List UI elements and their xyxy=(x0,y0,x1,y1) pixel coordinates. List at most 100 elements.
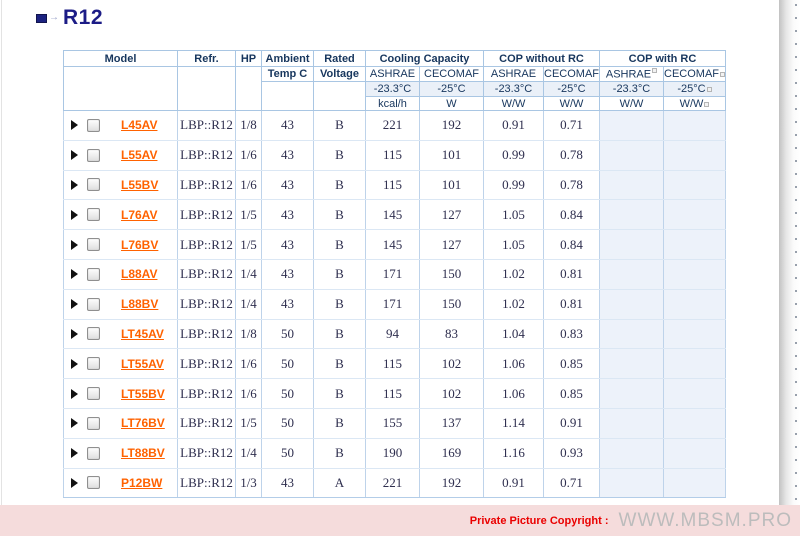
voltage-cell: B xyxy=(314,170,366,200)
model-link[interactable]: L45AV xyxy=(121,118,157,132)
model-link[interactable]: LT55AV xyxy=(121,357,164,371)
temp-cc-ashrae: -23.3°C xyxy=(366,82,420,97)
model-link[interactable]: L76AV xyxy=(121,208,157,222)
cop-ashrae-cell: 0.91 xyxy=(484,111,544,141)
model-link[interactable]: L55BV xyxy=(121,178,158,192)
cc-ashrae-cell: 155 xyxy=(366,408,420,438)
row-checkbox[interactable] xyxy=(87,178,100,191)
cop-ashrae-cell: 1.05 xyxy=(484,230,544,260)
row-expander-icon[interactable] xyxy=(71,240,78,250)
cop-rc-ashrae-cell xyxy=(600,379,664,409)
row-checkbox[interactable] xyxy=(87,208,100,221)
model-cell: L55BV xyxy=(64,170,178,200)
row-expander-icon[interactable] xyxy=(71,180,78,190)
row-expander-icon[interactable] xyxy=(71,210,78,220)
voltage-cell: B xyxy=(314,289,366,319)
model-cell: L88AV xyxy=(64,259,178,289)
model-link[interactable]: LT76BV xyxy=(121,416,165,430)
model-link[interactable]: P12BW xyxy=(121,476,162,490)
bullet-square-icon xyxy=(36,14,47,23)
table-row: L76BV LBP::R12 1/5 43 B 145 127 1.05 0.8… xyxy=(64,230,726,260)
cop-rc-cecomaf-cell xyxy=(664,170,726,200)
ambient-cell: 50 xyxy=(262,319,314,349)
model-cell: P12BW xyxy=(64,468,178,498)
row-expander-icon[interactable] xyxy=(71,448,78,458)
ambient-cell: 50 xyxy=(262,438,314,468)
col-header-refr: Refr. xyxy=(178,51,236,67)
model-link[interactable]: L88BV xyxy=(121,297,158,311)
refr-cell: LBP::R12 xyxy=(178,468,236,498)
cop-ashrae-cell: 0.91 xyxy=(484,468,544,498)
group-header-cop-with-rc: COP with RC xyxy=(600,51,726,67)
ambient-cell: 43 xyxy=(262,468,314,498)
voltage-cell: A xyxy=(314,468,366,498)
row-checkbox[interactable] xyxy=(87,387,100,400)
model-link[interactable]: L55AV xyxy=(121,148,157,162)
subheader-copno-cecomaf: CECOMAF xyxy=(544,67,600,82)
ambient-cell: 43 xyxy=(262,111,314,141)
unit-cc-ashrae: kcal/h xyxy=(366,97,420,111)
row-expander-icon[interactable] xyxy=(71,359,78,369)
model-link[interactable]: LT88BV xyxy=(121,446,165,460)
voltage-cell: B xyxy=(314,408,366,438)
hp-cell: 1/8 xyxy=(236,319,262,349)
hp-cell: 1/6 xyxy=(236,170,262,200)
table-body: L45AV LBP::R12 1/8 43 B 221 192 0.91 0.7… xyxy=(64,111,726,498)
model-link[interactable]: LT55BV xyxy=(121,387,165,401)
table-row: LT45AV LBP::R12 1/8 50 B 94 83 1.04 0.83 xyxy=(64,319,726,349)
refr-cell: LBP::R12 xyxy=(178,379,236,409)
row-checkbox[interactable] xyxy=(87,149,100,162)
row-checkbox[interactable] xyxy=(87,238,100,251)
hp-header-spacer xyxy=(236,67,262,111)
cop-rc-cecomaf-cell xyxy=(664,200,726,230)
row-expander-icon[interactable] xyxy=(71,150,78,160)
hp-cell: 1/4 xyxy=(236,259,262,289)
model-link[interactable]: L88AV xyxy=(121,267,157,281)
table-row: L76AV LBP::R12 1/5 43 B 145 127 1.05 0.8… xyxy=(64,200,726,230)
row-checkbox[interactable] xyxy=(87,357,100,370)
model-cell: LT55BV xyxy=(64,379,178,409)
temp-coprc-ashrae: -23.3°C xyxy=(600,82,664,97)
model-cell: L45AV xyxy=(64,111,178,141)
ambient-cell: 50 xyxy=(262,408,314,438)
voltage-cell: B xyxy=(314,349,366,379)
row-checkbox[interactable] xyxy=(87,417,100,430)
cop-cecomaf-cell: 0.81 xyxy=(544,259,600,289)
cc-ashrae-cell: 94 xyxy=(366,319,420,349)
row-checkbox[interactable] xyxy=(87,447,100,460)
hp-cell: 1/6 xyxy=(236,349,262,379)
row-expander-icon[interactable] xyxy=(71,478,78,488)
row-checkbox[interactable] xyxy=(87,476,100,489)
page-left-border xyxy=(1,0,2,505)
model-link[interactable]: L76BV xyxy=(121,238,158,252)
cop-rc-ashrae-cell xyxy=(600,289,664,319)
row-expander-icon[interactable] xyxy=(71,120,78,130)
row-expander-icon[interactable] xyxy=(71,329,78,339)
model-link[interactable]: LT45AV xyxy=(121,327,164,341)
copyright-label: Private Picture Copyright : xyxy=(470,515,609,527)
cop-ashrae-cell: 1.02 xyxy=(484,289,544,319)
row-expander-icon[interactable] xyxy=(71,418,78,428)
row-expander-icon[interactable] xyxy=(71,299,78,309)
broken-image-icon xyxy=(707,87,712,92)
row-expander-icon[interactable] xyxy=(71,389,78,399)
ambient-cell: 43 xyxy=(262,200,314,230)
row-checkbox[interactable] xyxy=(87,268,100,281)
ambient-cell: 43 xyxy=(262,230,314,260)
row-expander-icon[interactable] xyxy=(71,269,78,279)
cc-cecomaf-cell: 137 xyxy=(420,408,484,438)
refr-header-spacer xyxy=(178,67,236,111)
cop-cecomaf-cell: 0.81 xyxy=(544,289,600,319)
temp-cc-cecomaf: -25°C xyxy=(420,82,484,97)
cop-rc-cecomaf-cell xyxy=(664,349,726,379)
refr-cell: LBP::R12 xyxy=(178,170,236,200)
row-checkbox[interactable] xyxy=(87,298,100,311)
cop-ashrae-cell: 1.05 xyxy=(484,200,544,230)
hp-cell: 1/5 xyxy=(236,200,262,230)
cop-ashrae-cell: 1.06 xyxy=(484,349,544,379)
cc-ashrae-cell: 115 xyxy=(366,379,420,409)
row-checkbox[interactable] xyxy=(87,119,100,132)
cc-cecomaf-cell: 127 xyxy=(420,230,484,260)
voltage-cell: B xyxy=(314,200,366,230)
row-checkbox[interactable] xyxy=(87,327,100,340)
